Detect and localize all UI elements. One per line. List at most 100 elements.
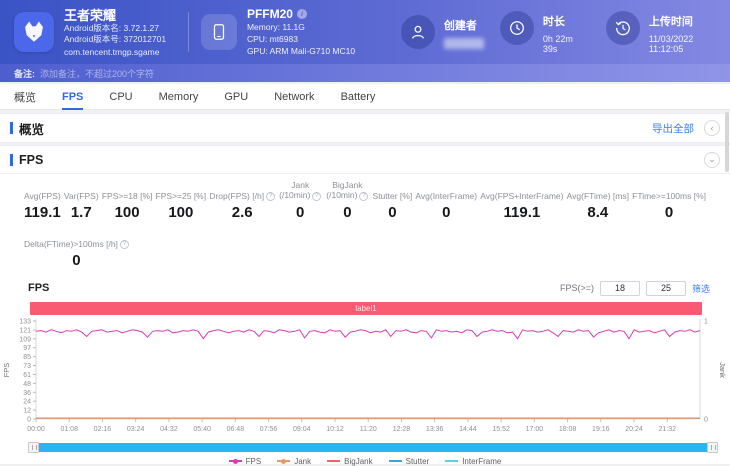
tab-cpu[interactable]: CPU [109,84,132,110]
scrollbar-right-handle[interactable] [707,442,718,453]
remark-label: 备注: [14,67,35,80]
stat-value: 0 [442,204,450,221]
svg-text:24: 24 [23,398,31,405]
help-icon[interactable]: ? [266,192,275,201]
stat-label: Avg(FTime) [ms] [567,181,629,201]
legend-item-jank[interactable]: Jank [277,457,311,466]
fps-collapse-button[interactable]: ⌄ [704,152,720,168]
stat-label: Stutter [%] [373,181,413,201]
scrollbar-track[interactable] [33,443,713,452]
creator-label: 创建者 [444,17,484,33]
stat-value: 0 [296,204,304,221]
stat-value: 0 [388,204,396,221]
svg-text:21:32: 21:32 [658,426,676,433]
stat-value: 100 [168,204,193,221]
svg-text:03:24: 03:24 [127,426,145,433]
annotation-label: label1 [355,304,376,313]
stat-value: 8.4 [587,204,608,221]
stat-item: Avg(FTime) [ms] 8.4 [567,181,629,221]
stat-label: Var(FPS) [64,181,99,201]
device-memory: Memory: 11.1G [247,21,387,33]
metric-tabbar: 概览 FPS CPU Memory GPU Network Battery [0,84,730,110]
stat-item: Var(FPS)1.7 [64,181,99,221]
stat-label: Delta(FTime)>100ms [/h]? [24,229,129,249]
legend-item-fps[interactable]: FPS [229,457,262,466]
svg-text:18:08: 18:08 [559,426,577,433]
fps-threshold-input-2[interactable] [646,281,686,296]
section-accent-bar [10,154,13,166]
legend-label: BigJank [344,457,372,466]
legend-marker [229,460,242,462]
stat-value: 119.1 [504,204,541,221]
fps-stats-row: Avg(FPS)119.1Var(FPS)1.7FPS>=18 [%]100FP… [0,174,730,221]
svg-text:12: 12 [23,407,31,414]
device-model: PFFM20 [247,7,293,21]
chart-legend: FPS Jank BigJank Stutter InterFrame [0,454,730,466]
page-scrollbar-thumb[interactable] [725,112,729,172]
legend-item-stutter[interactable]: Stutter [389,457,430,466]
help-icon[interactable]: ? [359,192,368,201]
fps-card: FPS ⌄ Avg(FPS)119.1Var(FPS)1.7FPS>=18 [%… [0,146,730,464]
svg-text:06:48: 06:48 [227,426,245,433]
stat-label: FPS>=18 [%] [102,181,153,201]
stat-label: Avg(FPS+InterFrame) [480,181,563,201]
svg-text:13:36: 13:36 [426,426,444,433]
duration-label: 时长 [543,13,590,29]
svg-text:10:12: 10:12 [326,426,344,433]
svg-text:109: 109 [19,336,31,343]
export-all-link[interactable]: 导出全部 [652,121,694,136]
tab-gpu[interactable]: GPU [224,84,248,110]
svg-text:14:44: 14:44 [459,426,477,433]
tab-battery[interactable]: Battery [341,84,376,110]
chart-horizontal-scrollbar[interactable] [28,443,718,452]
filter-button[interactable]: 筛选 [692,282,710,295]
upload-time-history-icon [606,11,640,45]
svg-text:15:52: 15:52 [492,426,510,433]
stat-item: Avg(FPS)119.1 [24,181,61,221]
device-gpu: GPU: ARM Mali-G710 MC10 [247,45,387,57]
chart-annotation-banner: label1 [30,302,702,315]
fps-threshold-input-1[interactable] [600,281,640,296]
help-icon[interactable]: ? [312,192,321,201]
stat-item: FTime>=100ms [%]0 [632,181,706,221]
svg-text:97: 97 [23,345,31,352]
svg-text:00:00: 00:00 [27,426,45,433]
stat-item: BigJank (/10min)?0 [325,180,369,221]
legend-item-interframe[interactable]: InterFrame [445,457,501,466]
fps-threshold-label: FPS(>=) [560,283,594,293]
svg-text:133: 133 [19,318,31,325]
svg-text:Jank: Jank [718,362,727,378]
fps-stats-row2: Delta(FTime)>100ms [/h]?0 [0,221,730,269]
svg-text:0: 0 [27,416,31,423]
scrollbar-left-handle[interactable] [28,442,39,453]
legend-marker [327,460,340,462]
tab-fps[interactable]: FPS [62,84,83,110]
legend-item-bigjank[interactable]: BigJank [327,457,372,466]
app-name: 王者荣耀 [64,8,182,23]
legend-label: Stutter [406,457,430,466]
tab-概览[interactable]: 概览 [14,84,36,110]
stat-label: Avg(InterFrame) [415,181,477,201]
section-accent-bar [10,122,13,134]
app-logo-wolf-icon [14,12,54,52]
svg-text:61: 61 [23,371,31,378]
fps-chart-header: FPS FPS(>=) 筛选 [0,269,730,300]
tab-network[interactable]: Network [274,84,314,110]
stat-item: Avg(InterFrame) 0 [415,181,477,221]
remark-placeholder: 添加备注，不超过200个字符 [40,67,154,80]
sidebar-collapse-button[interactable]: ‹ [704,120,720,136]
creator-icon [401,15,435,49]
app-package: com.tencent.tmgp.sgame [64,47,182,57]
legend-label: Jank [294,457,311,466]
legend-label: InterFrame [462,457,501,466]
stat-value: 0 [343,204,351,221]
tab-memory[interactable]: Memory [159,84,199,110]
stat-value: 0 [665,204,673,221]
help-icon[interactable]: ? [120,240,129,249]
remark-bar[interactable]: 备注: 添加备注，不超过200个字符 [0,64,730,82]
overview-title: 概览 [19,119,44,138]
device-info-icon[interactable]: i [297,9,307,19]
legend-marker [277,460,290,462]
stat-value: 100 [115,204,140,221]
duration-value: 0h 22m 39s [543,34,590,54]
